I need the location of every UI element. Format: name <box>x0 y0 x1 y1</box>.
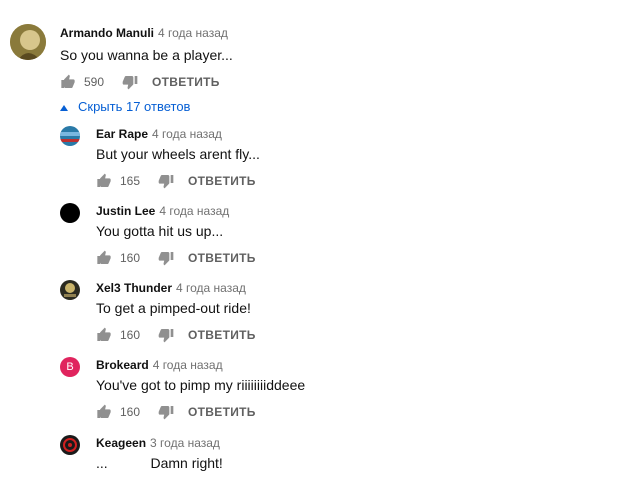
comment-actions: 160 ОТВЕТИТЬ <box>96 402 256 422</box>
comment-header: Xel3 Thunder 4 года назад <box>96 281 246 295</box>
collapse-triangle-icon <box>60 99 68 114</box>
avatar[interactable] <box>10 24 46 60</box>
comment-time[interactable]: 4 года назад <box>176 281 246 295</box>
like-count: 160 <box>120 251 141 265</box>
avatar-image-icon <box>10 24 46 60</box>
dislike-icon[interactable] <box>158 327 174 343</box>
comment-actions: 160 ОТВЕТИТЬ <box>96 325 256 345</box>
comment-text: To get a pimped-out ride! <box>96 300 251 316</box>
comment-author[interactable]: Ear Rape <box>96 127 148 141</box>
comment-time[interactable]: 3 года назад <box>150 436 220 450</box>
comment-actions: 160 ОТВЕТИТЬ <box>96 248 256 268</box>
avatar[interactable] <box>60 435 80 455</box>
avatar[interactable] <box>60 203 80 223</box>
like-count: 160 <box>120 328 141 342</box>
like-count: 165 <box>120 174 141 188</box>
comment-author[interactable]: Armando Manuli <box>60 26 154 40</box>
avatar-letter: B <box>66 361 74 373</box>
avatar[interactable]: B <box>60 357 80 377</box>
comment-text: You gotta hit us up... <box>96 223 224 239</box>
comment-author[interactable]: Keageen <box>96 436 146 450</box>
hide-replies-toggle[interactable]: Скрыть 17 ответов <box>60 96 190 116</box>
like-count: 160 <box>120 405 141 419</box>
hide-replies-label: Скрыть 17 ответов <box>78 98 191 114</box>
like-icon[interactable] <box>60 74 76 90</box>
reply-button[interactable]: ОТВЕТИТЬ <box>152 75 220 89</box>
dislike-icon[interactable] <box>158 404 174 420</box>
comment-text: So you wanna be a player... <box>60 47 233 63</box>
dislike-icon[interactable] <box>158 250 174 266</box>
comment-actions: 590 ОТВЕТИТЬ <box>60 72 220 92</box>
avatar[interactable] <box>60 280 80 300</box>
comment-author[interactable]: Brokeard <box>96 358 149 372</box>
comment-author[interactable]: Xel3 Thunder <box>96 281 172 295</box>
avatar-image-icon <box>60 126 80 146</box>
comment-header: Justin Lee 4 года назад <box>96 204 229 218</box>
like-icon[interactable] <box>96 327 112 343</box>
reply-button[interactable]: ОТВЕТИТЬ <box>188 251 256 265</box>
comment-text: But your wheels arent fly... <box>96 146 260 162</box>
like-icon[interactable] <box>96 173 112 189</box>
like-icon[interactable] <box>96 404 112 420</box>
comment-author[interactable]: Justin Lee <box>96 204 155 218</box>
comment-time[interactable]: 4 года назад <box>158 26 228 40</box>
avatar-image-icon <box>60 280 80 300</box>
avatar-image-icon <box>60 435 80 455</box>
dislike-icon[interactable] <box>122 74 138 90</box>
reply-button[interactable]: ОТВЕТИТЬ <box>188 405 256 419</box>
like-count: 590 <box>84 75 105 89</box>
reply-button[interactable]: ОТВЕТИТЬ <box>188 174 256 188</box>
comment-time[interactable]: 4 года назад <box>153 358 223 372</box>
comment-time[interactable]: 4 года назад <box>159 204 229 218</box>
like-icon[interactable] <box>96 250 112 266</box>
dislike-icon[interactable] <box>158 173 174 189</box>
comment-header: Keageen 3 года назад <box>96 436 220 450</box>
comment-text: ... Damn right! <box>96 455 223 471</box>
comment-text: You've got to pimp my riiiiiiiiddeee <box>96 377 306 393</box>
comment-header: Ear Rape 4 года назад <box>96 127 222 141</box>
comment-header: Armando Manuli 4 года назад <box>60 26 228 40</box>
avatar[interactable] <box>60 126 80 146</box>
comment-header: Brokeard 4 года назад <box>96 358 223 372</box>
comment-actions: 165 ОТВЕТИТЬ <box>96 171 256 191</box>
comment-time[interactable]: 4 года назад <box>152 127 222 141</box>
reply-button[interactable]: ОТВЕТИТЬ <box>188 328 256 342</box>
